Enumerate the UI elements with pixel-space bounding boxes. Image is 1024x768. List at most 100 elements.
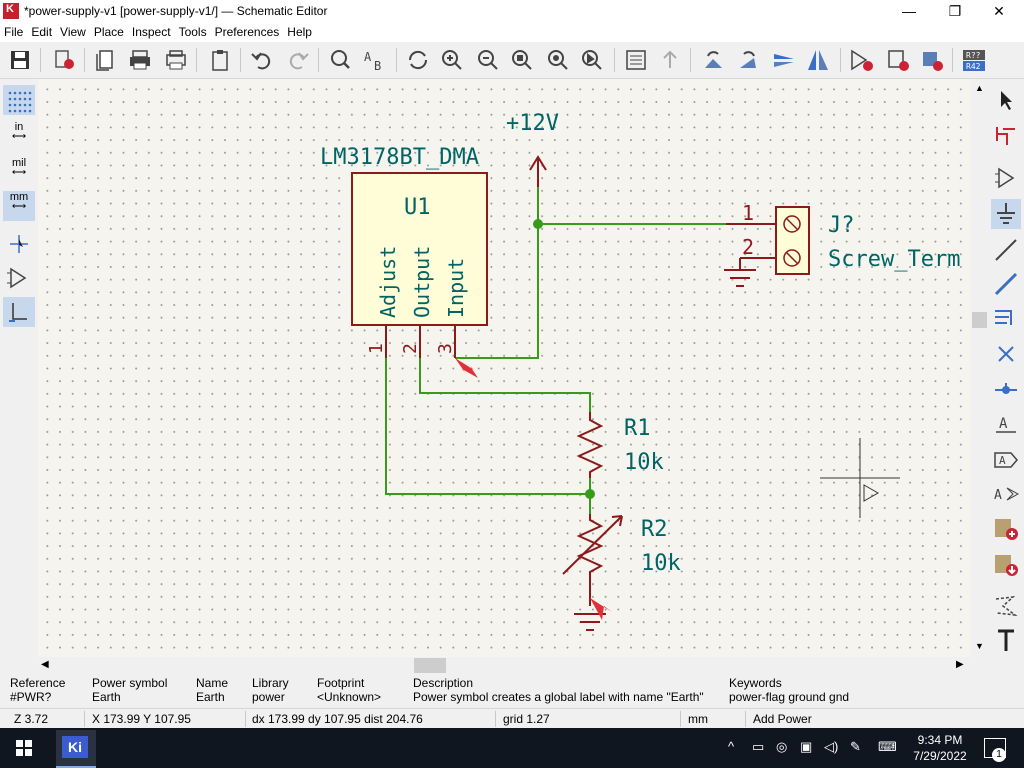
undo-icon[interactable] [248,46,276,74]
wire-12v [537,187,726,225]
refresh-icon[interactable] [404,46,432,74]
r1-reference: R1 [624,416,651,441]
annotate-icon[interactable]: R?? R42 [960,46,988,74]
junction-dot [533,219,543,229]
cursor-style-button[interactable] [3,229,35,259]
paste-icon[interactable] [206,46,234,74]
taskbar-clock[interactable]: 9:34 PM 7/29/2022 [905,732,975,764]
maximize-button[interactable]: ❐ [932,0,978,22]
tray-chevron-icon[interactable]: ^ [728,739,734,754]
line-mode-button[interactable] [3,297,35,327]
print-icon[interactable] [126,46,154,74]
add-label-icon[interactable]: A [991,409,1021,439]
zoom-in-icon[interactable] [438,46,466,74]
menu-place[interactable]: Place [90,22,128,39]
notification-badge: 1 [992,748,1006,762]
highlight-net-icon[interactable] [991,121,1021,151]
select-icon[interactable] [991,85,1021,115]
network-icon[interactable]: ▣ [800,739,812,755]
close-button[interactable]: ✕ [976,0,1022,22]
add-global-label-icon[interactable]: A [991,445,1021,475]
kicad-taskbar-button[interactable]: Ki [56,730,96,768]
connector-body[interactable] [775,206,810,275]
right-toolbar: A A A [989,79,1024,659]
title-bar: K *power-supply-v1 [power-supply-v1/] — … [0,0,1024,22]
menu-help[interactable]: Help [283,22,316,39]
connector-reference: J? [828,213,855,238]
zoom-out-icon[interactable] [474,46,502,74]
save-icon[interactable] [6,46,34,74]
minimize-button[interactable]: — [886,0,932,22]
zoom-objects-icon[interactable] [544,46,572,74]
windows-start-icon[interactable] [0,728,48,768]
pen-icon[interactable]: ✎ [850,739,861,755]
pin-number-3: 3 [435,343,456,354]
info-name: Name Earth [196,676,229,704]
volume-icon[interactable]: ◁) [824,739,838,755]
zoom-selection-icon[interactable] [578,46,606,74]
status-units: mm [688,712,708,726]
keyboard-icon[interactable]: ⌨ [878,739,897,755]
grid-toggle-button[interactable] [3,85,35,115]
add-text-icon[interactable] [991,625,1021,655]
junction-dot [585,489,595,499]
units-mils-button[interactable]: mil ⟷ [3,157,35,187]
status-delta: dx 173.99 dy 107.95 dist 204.76 [252,712,423,726]
menu-bar: File Edit View Place Inspect Tools Preferences… [0,22,1024,42]
hidden-pins-button[interactable] [3,263,35,293]
symbol-editor-icon[interactable] [848,46,876,74]
rotate-ccw-icon[interactable] [700,46,728,74]
kicad-taskbar-icon: Ki [62,736,88,758]
pin-name-adjust: Adjust [376,246,400,318]
menu-preferences[interactable]: Preferences [211,22,284,39]
import-sheet-pin-icon[interactable] [991,549,1021,579]
symbol-browser-icon[interactable] [884,46,912,74]
plot-icon[interactable] [162,46,190,74]
power-12v-symbol[interactable] [529,155,547,187]
add-sheet-icon[interactable] [991,513,1021,543]
schematic-canvas[interactable]: LM3178BT_DMA U1 Adjust Output Input 1 2 … [38,79,971,657]
rotate-cw-icon[interactable] [734,46,762,74]
zoom-fit-icon[interactable] [508,46,536,74]
vertical-scroll-thumb[interactable] [972,312,987,328]
menu-tools[interactable]: Tools [175,22,211,39]
horizontal-scrollbar[interactable]: ◀ ▶ [38,657,971,674]
add-junction-icon[interactable] [991,375,1021,405]
add-hierarchical-label-icon[interactable]: A [991,479,1021,509]
unconnected-marker [455,358,478,378]
find-icon[interactable] [326,46,354,74]
no-connect-icon[interactable] [991,339,1021,369]
add-wire-icon[interactable] [991,269,1021,299]
footprint-editor-icon[interactable] [918,46,946,74]
add-line-icon[interactable] [991,235,1021,265]
battery-icon[interactable]: ▭ [752,739,764,755]
menu-file[interactable]: File [0,22,27,39]
page-settings-icon[interactable] [50,46,78,74]
leave-sheet-icon[interactable] [656,46,684,74]
mirror-vertical-icon[interactable] [770,46,798,74]
u1-value: LM3178BT_DMA [320,145,479,170]
mirror-horizontal-icon[interactable] [804,46,832,74]
schematic-drawing: LM3178BT_DMA U1 Adjust Output Input 1 2 … [320,111,960,631]
redo-icon[interactable] [284,46,312,74]
menu-inspect[interactable]: Inspect [128,22,175,39]
add-power-icon[interactable] [991,199,1021,229]
open-schematic-icon[interactable] [92,46,120,74]
add-graphic-polyline-icon[interactable] [991,591,1021,621]
units-inches-button[interactable]: in ⟷ [3,121,35,151]
r2-symbol[interactable] [576,514,604,606]
vertical-scrollbar[interactable]: ▲ ▼ [971,79,988,657]
find-replace-icon[interactable]: AB [360,46,388,74]
info-power-symbol: Power symbol Earth [92,676,168,704]
menu-view[interactable]: View [56,22,90,39]
horizontal-scroll-thumb[interactable] [414,658,446,673]
r1-symbol[interactable] [576,412,604,478]
units-mm-button[interactable]: mm ⟷ [3,191,35,221]
menu-edit[interactable]: Edit [27,22,56,39]
add-symbol-icon[interactable] [991,163,1021,193]
hierarchy-navigator-icon[interactable] [622,46,650,74]
connector-value: Screw_Term [828,247,960,272]
status-coordinates: X 173.99 Y 107.95 [92,712,191,726]
add-bus-icon[interactable] [991,303,1021,333]
camera-icon[interactable]: ◎ [776,739,787,755]
